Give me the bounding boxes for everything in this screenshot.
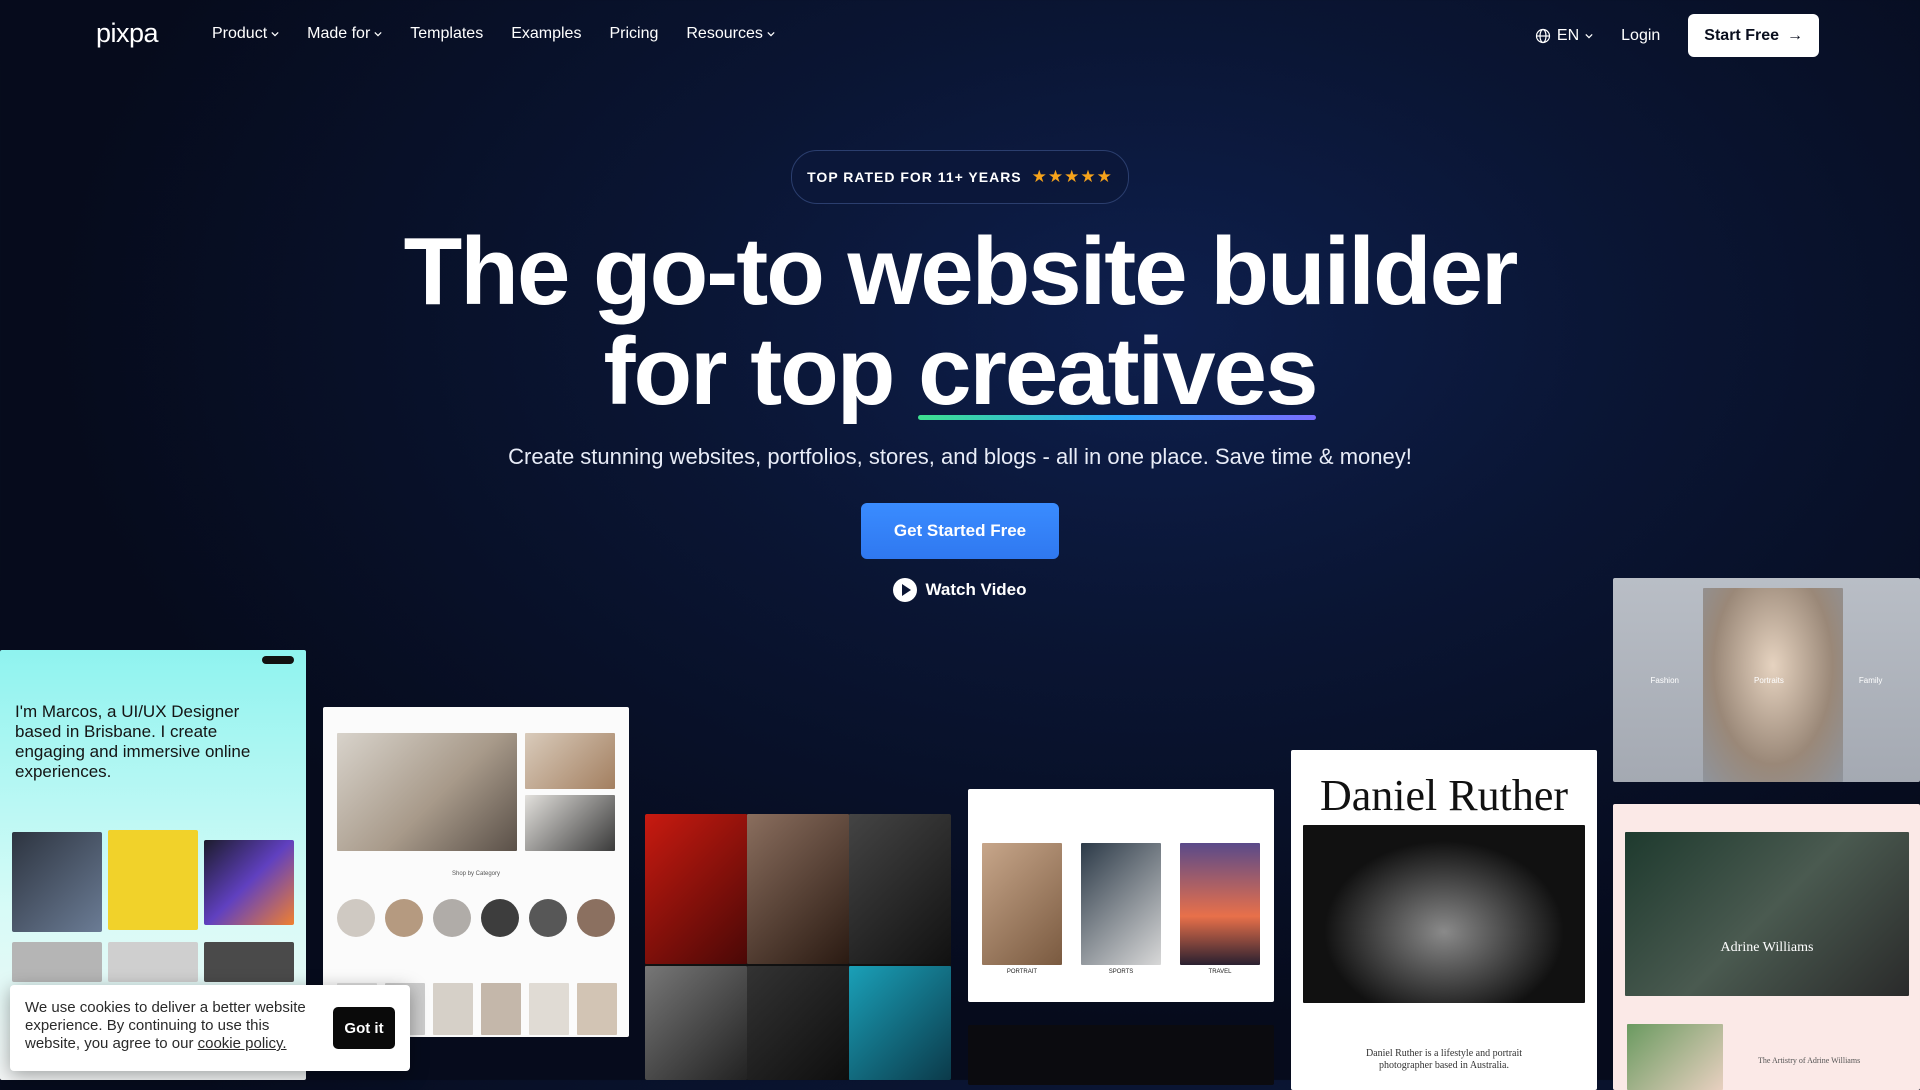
chevron-down-icon xyxy=(374,31,382,37)
preview-image xyxy=(1081,843,1161,965)
preview-image xyxy=(849,966,951,1080)
preview-image xyxy=(1180,843,1260,965)
preview-image xyxy=(1627,1024,1723,1090)
category-label: SPORTS xyxy=(1108,969,1134,975)
fashion-tabs: Fashion Portraits Family xyxy=(1613,676,1920,685)
preview-image xyxy=(525,733,615,789)
nav-item-product[interactable]: Product xyxy=(212,25,279,43)
category-thumbnail xyxy=(337,899,375,937)
cookie-banner: We use cookies to deliver a better websi… xyxy=(10,985,410,1071)
preview-image xyxy=(982,843,1062,965)
preview-image xyxy=(747,966,849,1080)
product-thumbnail xyxy=(481,983,521,1035)
headline-line-1: The go-to website builder xyxy=(403,218,1519,325)
adrine-subtitle: The Artistry of Adrine Williams xyxy=(1758,1056,1861,1065)
product-thumbnail xyxy=(577,983,617,1035)
ruther-caption: Daniel Ruther is a lifestyle and portrai… xyxy=(1365,1048,1523,1071)
language-label: EN xyxy=(1556,26,1580,44)
nav-item-examples[interactable]: Examples xyxy=(511,25,581,43)
category-thumbnail xyxy=(433,899,471,937)
tab-fashion: Fashion xyxy=(1650,676,1679,685)
watch-video-label: Watch Video xyxy=(925,580,1027,599)
chevron-down-icon xyxy=(767,31,775,37)
category-thumbnail xyxy=(529,899,567,937)
start-free-label: Start Free xyxy=(1704,26,1779,44)
preview-image xyxy=(849,814,951,964)
language-selector[interactable]: EN xyxy=(1535,27,1593,45)
nav-item-pricing[interactable]: Pricing xyxy=(609,25,658,43)
nav-item-label: Examples xyxy=(511,25,582,42)
nav-item-label: Made for xyxy=(307,25,371,42)
preview-image xyxy=(204,840,294,925)
nav-actions: EN Login Start Free → xyxy=(1535,14,1819,57)
chevron-down-icon xyxy=(271,31,279,37)
tab-family: Family xyxy=(1858,676,1883,685)
adrine-name: Adrine Williams xyxy=(1720,940,1814,955)
start-free-button[interactable]: Start Free → xyxy=(1688,14,1819,57)
nav-item-resources[interactable]: Resources xyxy=(686,25,775,43)
marcos-intro-text: I'm Marcos, a UI/UX Designer based in Br… xyxy=(15,702,251,781)
cookie-policy-link[interactable]: cookie policy. xyxy=(198,1035,287,1052)
globe-icon xyxy=(1535,28,1551,43)
main-menu: Product Made for Templates Examples Pric… xyxy=(212,25,775,43)
category-thumbnail xyxy=(577,899,615,937)
template-preview-portrait[interactable]: Fashion Portraits Family xyxy=(1613,578,1920,782)
preview-image xyxy=(108,942,198,982)
chevron-down-icon xyxy=(1585,33,1593,38)
product-thumbnail xyxy=(529,983,569,1035)
login-link[interactable]: Login xyxy=(1621,27,1660,45)
top-navigation: pixpa Product Made for Templates Example… xyxy=(0,0,1920,72)
pixpa-logo[interactable]: pixpa xyxy=(96,18,159,49)
template-preview-adrine-williams[interactable]: Adrine Williams The Artistry of Adrine W… xyxy=(1613,804,1920,1090)
preview-image xyxy=(747,814,849,964)
shop-category-heading: Shop by Category xyxy=(451,871,501,877)
template-preview-dark-gallery[interactable] xyxy=(645,814,951,1080)
preview-image xyxy=(1625,832,1909,996)
headline-highlight: creatives xyxy=(918,318,1318,425)
category-label: PORTRAIT xyxy=(1006,969,1038,975)
category-label: TRAVEL xyxy=(1208,969,1232,975)
badge-text: TOP RATED FOR 11+ YEARS xyxy=(807,169,1022,185)
got-it-button[interactable]: Got it xyxy=(333,1007,395,1049)
headline-prefix: for top xyxy=(603,318,919,425)
headline-line-2: for top creatives xyxy=(0,322,1920,422)
template-preview-photography[interactable]: PORTRAIT SPORTS TRAVEL xyxy=(968,789,1274,1002)
preview-image xyxy=(645,966,747,1080)
preview-image xyxy=(1703,588,1843,782)
nav-item-label: Product xyxy=(212,25,268,42)
ruther-name: Daniel Ruther xyxy=(1319,771,1569,820)
preview-nav-pill xyxy=(262,656,294,664)
preview-image xyxy=(204,942,294,982)
nav-item-made-for[interactable]: Made for xyxy=(307,25,382,43)
preview-image xyxy=(645,814,747,964)
preview-image xyxy=(1303,825,1585,1003)
preview-image xyxy=(525,795,615,851)
cookie-message: We use cookies to deliver a better websi… xyxy=(25,999,325,1053)
nav-item-templates[interactable]: Templates xyxy=(410,25,483,43)
top-rated-badge: TOP RATED FOR 11+ YEARS ★★★★★ xyxy=(791,150,1129,204)
play-icon xyxy=(893,578,918,602)
nav-item-label: Templates xyxy=(410,25,484,42)
nav-item-label: Resources xyxy=(686,25,763,42)
preview-image xyxy=(337,733,517,851)
preview-image xyxy=(12,832,102,932)
hero-headline: The go-to website builder for top creati… xyxy=(0,222,1920,422)
get-started-free-button[interactable]: Get Started Free xyxy=(861,503,1059,559)
template-preview-daniel-ruther[interactable]: Daniel Ruther Daniel Ruther is a lifesty… xyxy=(1291,750,1597,1090)
product-thumbnail xyxy=(433,983,473,1035)
preview-image xyxy=(108,830,198,930)
category-thumbnail xyxy=(385,899,423,937)
template-preview-dark-header[interactable] xyxy=(968,1025,1274,1085)
tab-portraits: Portraits xyxy=(1754,676,1784,685)
star-rating-icon: ★★★★★ xyxy=(1031,167,1113,186)
arrow-right-icon: → xyxy=(1787,26,1803,44)
hero-subheadline: Create stunning websites, portfolios, st… xyxy=(508,444,1412,469)
nav-item-label: Pricing xyxy=(609,25,659,42)
category-thumbnail xyxy=(481,899,519,937)
preview-image xyxy=(12,942,102,982)
